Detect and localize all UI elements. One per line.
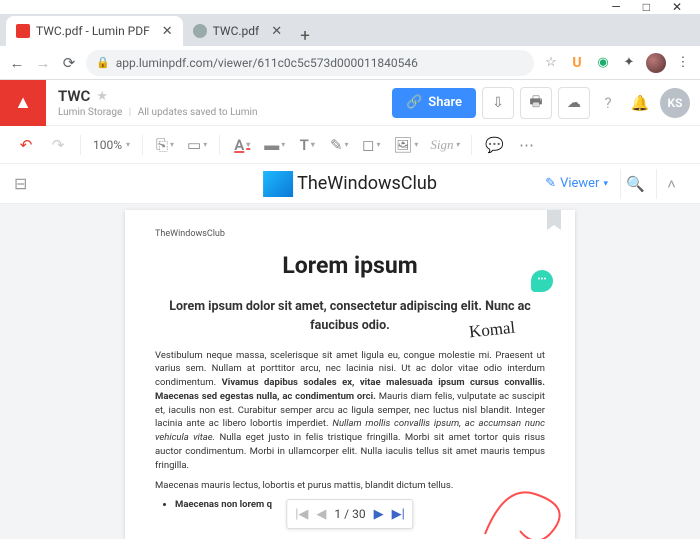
page-header-text: TheWindowsClub — [155, 228, 545, 241]
help-icon[interactable]: ? — [594, 89, 622, 117]
viewer-label: Viewer — [560, 176, 599, 191]
brand-text: TheWindowsClub — [297, 173, 437, 194]
link-icon: 🔗 — [406, 95, 422, 110]
window-maximize[interactable]: □ — [643, 0, 650, 14]
tab-active[interactable]: TWC.pdf - Lumin PDF ✕ — [6, 16, 183, 46]
zoom-dropdown[interactable]: 100% — [89, 138, 134, 152]
reload-button[interactable]: ⟳ — [60, 54, 78, 72]
share-button[interactable]: 🔗 Share — [392, 88, 476, 118]
next-page-button[interactable]: ▶ — [374, 507, 384, 522]
new-tab-button[interactable]: + — [292, 26, 318, 46]
search-icon[interactable]: 🔍 — [620, 169, 650, 199]
first-page-button[interactable]: |◀ — [295, 507, 308, 522]
comment-button[interactable]: 💬 — [480, 131, 508, 159]
tab-label: TWC.pdf — [213, 24, 260, 38]
collapse-icon[interactable]: ˄ — [656, 169, 686, 199]
separator: | — [129, 107, 131, 118]
page-heading-1: Lorem ipsum — [155, 249, 545, 282]
back-button[interactable]: ← — [8, 54, 26, 72]
extension-green-icon[interactable]: ◉ — [594, 54, 612, 72]
cloud-button[interactable]: ☁ — [558, 87, 590, 119]
more-button[interactable]: ⋯ — [512, 131, 540, 159]
tab-strip: TWC.pdf - Lumin PDF ✕ TWC.pdf ✕ + — [0, 14, 700, 46]
tab-label: TWC.pdf - Lumin PDF — [36, 24, 150, 38]
chrome-favicon — [193, 24, 207, 38]
comment-bubble-icon[interactable]: ••• — [531, 270, 553, 292]
address-bar: ← → ⟳ 🔒 app.luminpdf.com/viewer/611c0c5c… — [0, 46, 700, 80]
handwriting-annotation[interactable]: Komal — [468, 316, 517, 345]
lumin-logo[interactable]: ▲ — [0, 80, 46, 126]
bell-icon[interactable]: 🔔 — [626, 89, 654, 117]
share-label: Share — [428, 95, 462, 110]
lock-icon: 🔒 — [96, 56, 110, 69]
browser-menu-icon[interactable]: ⋮ — [674, 54, 692, 72]
brand-logo — [263, 171, 293, 197]
sign-button[interactable]: Sign — [426, 131, 463, 159]
viewer-mode-dropdown[interactable]: ✎ Viewer ▾ — [539, 172, 614, 195]
doc-meta: TWC ★ Lumin Storage | All updates saved … — [46, 87, 257, 118]
star-icon[interactable]: ★ — [96, 89, 108, 104]
secondary-bar: ⊟ TheWindowsClub ✎ Viewer ▾ 🔍 ˄ — [0, 164, 700, 204]
pencil-icon: ✎ — [545, 176, 556, 191]
page-dropdown[interactable]: ▭ — [183, 131, 211, 159]
lumin-favicon — [16, 24, 30, 38]
last-page-button[interactable]: ▶| — [392, 507, 405, 522]
user-avatar[interactable]: KS — [660, 88, 690, 118]
toolbar: ↶ ↷ 100% ⎘ ▭ A ▬ T ✎ ◻ 🖼 Sign 💬 ⋯ — [0, 126, 700, 164]
page-navigator: |◀ ◀ 1 / 30 ▶ ▶| — [286, 499, 413, 529]
freehand-annotation[interactable] — [465, 469, 585, 539]
url-text: app.luminpdf.com/viewer/611c0c5c573d0000… — [116, 56, 418, 70]
save-status: All updates saved to Lumin — [138, 107, 258, 118]
brand: TheWindowsClub — [263, 171, 437, 197]
close-icon[interactable]: ✕ — [162, 24, 173, 39]
doc-title[interactable]: TWC — [58, 87, 90, 105]
profile-avatar[interactable] — [646, 53, 666, 73]
undo-button[interactable]: ↶ — [12, 131, 40, 159]
download-button[interactable]: ⇩ — [482, 87, 514, 119]
text-color-button[interactable]: A — [228, 131, 256, 159]
forward-button[interactable]: → — [34, 54, 52, 72]
tab-inactive[interactable]: TWC.pdf ✕ — [183, 16, 292, 46]
window-close[interactable]: ✕ — [672, 0, 682, 14]
page-counter[interactable]: 1 / 30 — [334, 507, 365, 521]
redo-button[interactable]: ↷ — [44, 131, 72, 159]
image-button[interactable]: 🖼 — [389, 131, 422, 159]
draw-button[interactable]: ✎ — [325, 131, 353, 159]
document-area[interactable]: TheWindowsClub Lorem ipsum ••• Lorem ips… — [0, 204, 700, 539]
thumbnails-icon[interactable]: ⊟ — [14, 174, 27, 193]
pdf-page: TheWindowsClub Lorem ipsum ••• Lorem ips… — [125, 210, 575, 539]
window-minimize[interactable]: — — [611, 0, 620, 14]
storage-label[interactable]: Lumin Storage — [58, 107, 122, 118]
extension-u-icon[interactable]: U — [568, 54, 586, 72]
text-tool-button[interactable]: T — [293, 131, 321, 159]
chevron-down-icon: ▾ — [603, 179, 608, 189]
close-icon[interactable]: ✕ — [271, 24, 282, 39]
page-paragraph: Vestibulum neque massa, scelerisque sit … — [155, 349, 545, 473]
prev-page-button[interactable]: ◀ — [316, 507, 326, 522]
app-header: ▲ TWC ★ Lumin Storage | All updates save… — [0, 80, 700, 126]
insert-dropdown[interactable]: ⎘ — [151, 131, 179, 159]
print-button[interactable]: 🖶 — [520, 87, 552, 119]
extensions-icon[interactable]: ✦ — [620, 54, 638, 72]
shape-button[interactable]: ◻ — [357, 131, 385, 159]
bookmark-star-icon[interactable]: ☆ — [542, 54, 560, 72]
bookmark-icon[interactable] — [547, 210, 561, 230]
highlight-button[interactable]: ▬ — [260, 131, 289, 159]
url-input[interactable]: 🔒 app.luminpdf.com/viewer/611c0c5c573d00… — [86, 50, 534, 76]
